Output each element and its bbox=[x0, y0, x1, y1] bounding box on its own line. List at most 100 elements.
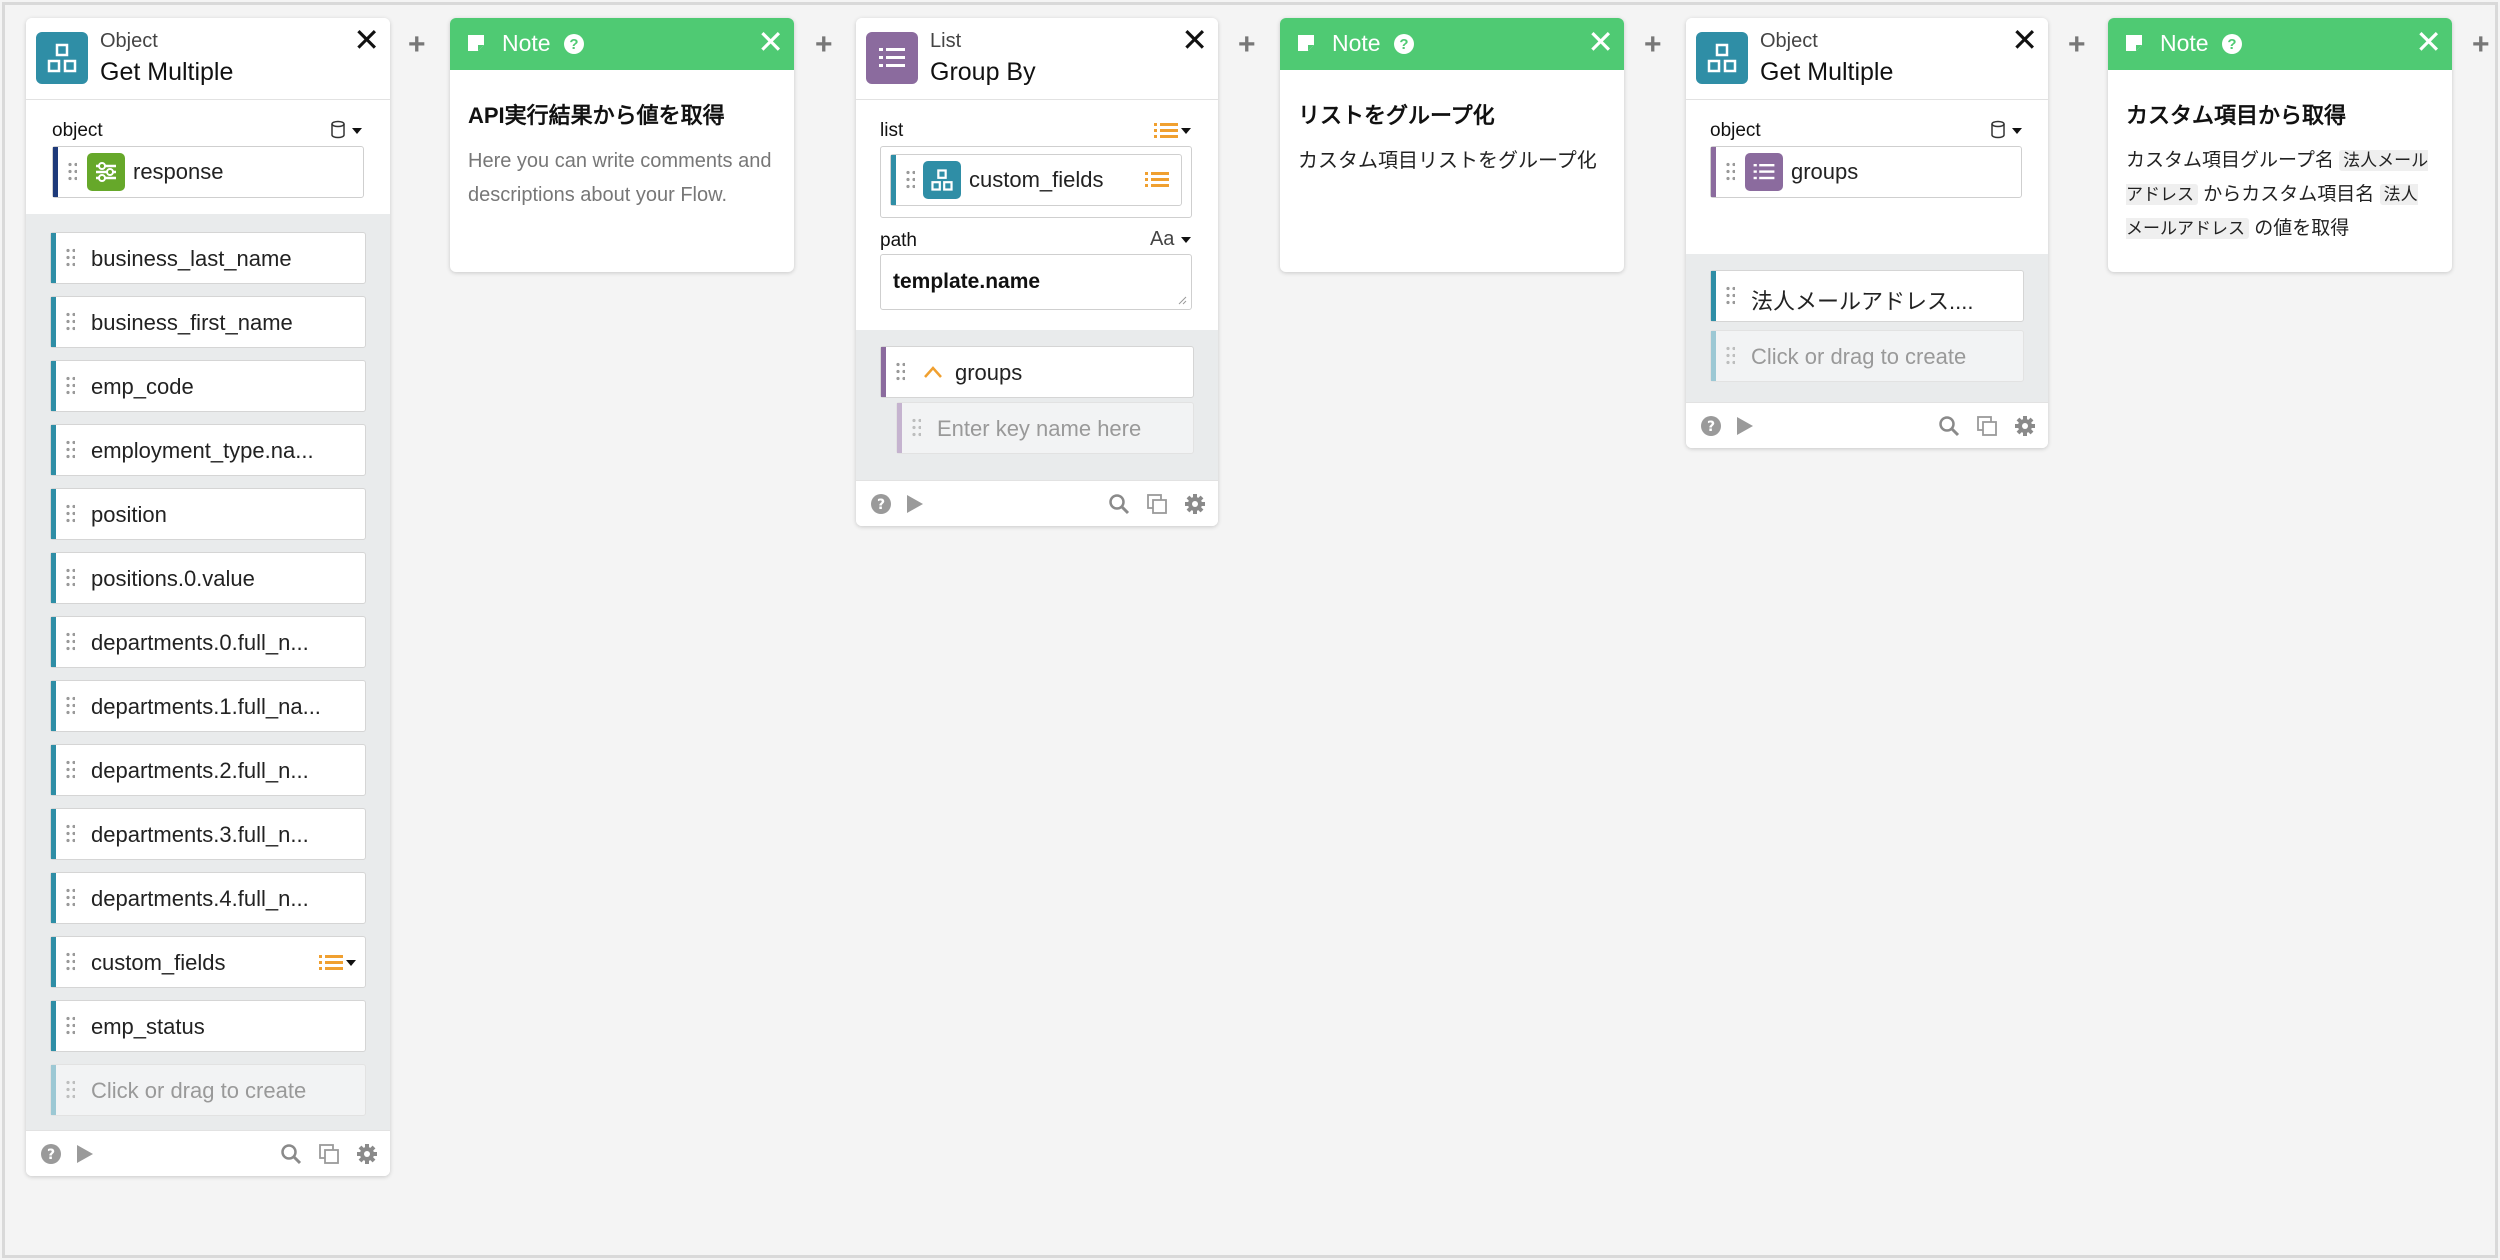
note-card-3[interactable]: Note ? ✕ カスタム項目から取得 カスタム項目グループ名 法人メールアドレ… bbox=[2108, 18, 2452, 272]
key-row[interactable]: departments.1.full_na... bbox=[50, 680, 366, 732]
drag-handle-icon[interactable] bbox=[65, 439, 75, 461]
output-key-name: groups bbox=[955, 360, 1023, 385]
drag-handle-icon[interactable] bbox=[65, 951, 75, 973]
add-step-button[interactable]: + bbox=[2068, 30, 2086, 60]
key-row[interactable]: position bbox=[50, 488, 366, 540]
database-dropdown-icon[interactable] bbox=[1990, 120, 2024, 145]
key-row[interactable]: departments.3.full_n... bbox=[50, 808, 366, 860]
drag-handle-icon[interactable] bbox=[65, 887, 75, 909]
drag-handle-icon[interactable] bbox=[1725, 161, 1735, 183]
key-row[interactable]: emp_code bbox=[50, 360, 366, 412]
help-icon[interactable]: ? bbox=[1700, 415, 1722, 437]
list-type-dropdown-icon[interactable] bbox=[1154, 122, 1192, 145]
list-type-dropdown-icon[interactable] bbox=[319, 954, 357, 977]
gear-icon[interactable] bbox=[356, 1143, 378, 1165]
search-icon[interactable] bbox=[1108, 493, 1130, 515]
close-icon[interactable]: ✕ bbox=[757, 26, 784, 58]
key-row[interactable]: departments.0.full_n... bbox=[50, 616, 366, 668]
key-row[interactable]: custom_fields bbox=[50, 936, 366, 988]
object-get-multiple-card-1[interactable]: Object Get Multiple ✕ object response ? bbox=[26, 18, 390, 1176]
play-icon[interactable] bbox=[904, 493, 926, 515]
add-step-button[interactable]: + bbox=[815, 30, 833, 60]
create-key-row[interactable]: Click or drag to create bbox=[50, 1064, 366, 1116]
list-group-by-card[interactable]: List Group By ✕ list custom_fields path … bbox=[856, 18, 1218, 526]
list-input[interactable]: custom_fields bbox=[890, 154, 1182, 206]
drag-handle-icon[interactable] bbox=[895, 361, 905, 383]
search-icon[interactable] bbox=[280, 1143, 302, 1165]
key-row[interactable]: business_first_name bbox=[50, 296, 366, 348]
list-icon bbox=[866, 32, 918, 84]
drag-handle-icon[interactable] bbox=[65, 247, 75, 269]
drag-handle-icon[interactable] bbox=[65, 759, 75, 781]
object-input[interactable]: response bbox=[52, 146, 364, 198]
key-row[interactable]: departments.2.full_n... bbox=[50, 744, 366, 796]
drag-handle-icon[interactable] bbox=[65, 567, 75, 589]
drag-handle-icon[interactable] bbox=[1725, 285, 1735, 307]
drag-handle-icon[interactable] bbox=[905, 169, 915, 191]
drag-handle-icon[interactable] bbox=[911, 417, 921, 439]
key-name: departments.1.full_na... bbox=[91, 694, 321, 719]
gear-icon[interactable] bbox=[2014, 415, 2036, 437]
help-icon[interactable]: ? bbox=[2222, 34, 2242, 54]
output-key-row[interactable]: groups bbox=[880, 346, 1194, 398]
gear-icon[interactable] bbox=[1184, 493, 1206, 515]
search-icon[interactable] bbox=[1938, 415, 1960, 437]
drag-handle-icon[interactable] bbox=[1725, 345, 1735, 367]
drag-handle-icon[interactable] bbox=[65, 1015, 75, 1037]
row-bar bbox=[51, 361, 56, 411]
note-header: Note ? ✕ bbox=[2108, 18, 2452, 70]
new-key-row[interactable]: Enter key name here bbox=[896, 402, 1194, 454]
note-text[interactable]: カスタム項目グループ名 法人メールアドレス からカスタム項目名 法人メールアドレ… bbox=[2126, 144, 2434, 246]
object-input[interactable]: groups bbox=[1710, 146, 2022, 198]
path-value: template.name bbox=[893, 270, 1041, 293]
key-name: emp_code bbox=[91, 374, 194, 399]
note-icon bbox=[1298, 35, 1314, 51]
note-text[interactable]: カスタム項目リストをグループ化 bbox=[1298, 144, 1606, 178]
drag-handle-icon[interactable] bbox=[65, 631, 75, 653]
play-icon[interactable] bbox=[74, 1143, 96, 1165]
key-name-placeholder: Enter key name here bbox=[937, 416, 1142, 441]
help-icon[interactable]: ? bbox=[40, 1143, 62, 1165]
play-icon[interactable] bbox=[1734, 415, 1756, 437]
close-icon[interactable]: ✕ bbox=[353, 24, 380, 56]
add-step-button[interactable]: + bbox=[2472, 30, 2490, 60]
close-icon[interactable]: ✕ bbox=[2011, 24, 2038, 56]
copy-icon[interactable] bbox=[1976, 415, 1998, 437]
drag-handle-icon[interactable] bbox=[65, 311, 75, 333]
chevron-up-icon[interactable] bbox=[923, 365, 943, 379]
add-step-button[interactable]: + bbox=[1644, 30, 1662, 60]
note-card-2[interactable]: Note ? ✕ リストをグループ化 カスタム項目リストをグループ化 bbox=[1280, 18, 1624, 272]
database-dropdown-icon[interactable] bbox=[330, 120, 364, 145]
resize-handle-icon[interactable] bbox=[1177, 295, 1187, 305]
drag-handle-icon[interactable] bbox=[65, 375, 75, 397]
help-icon[interactable]: ? bbox=[1394, 34, 1414, 54]
note-card-1[interactable]: Note ? ✕ API実行結果から値を取得 Here you can writ… bbox=[450, 18, 794, 272]
drag-handle-icon[interactable] bbox=[65, 823, 75, 845]
path-type-dropdown[interactable]: Aa bbox=[1150, 228, 1192, 251]
path-input[interactable]: template.name bbox=[880, 254, 1192, 310]
help-icon[interactable]: ? bbox=[564, 34, 584, 54]
close-icon[interactable]: ✕ bbox=[2415, 26, 2442, 58]
key-row[interactable]: employment_type.na... bbox=[50, 424, 366, 476]
key-row[interactable]: positions.0.value bbox=[50, 552, 366, 604]
drag-handle-icon[interactable] bbox=[67, 161, 77, 183]
drag-handle-icon[interactable] bbox=[65, 695, 75, 717]
add-step-button[interactable]: + bbox=[408, 30, 426, 60]
drag-handle-icon[interactable] bbox=[65, 1079, 75, 1101]
key-row[interactable]: 法人メールアドレス.... bbox=[1710, 270, 2024, 322]
key-row[interactable]: business_last_name bbox=[50, 232, 366, 284]
key-row[interactable]: departments.4.full_n... bbox=[50, 872, 366, 924]
add-step-button[interactable]: + bbox=[1238, 30, 1256, 60]
close-icon[interactable]: ✕ bbox=[1587, 26, 1614, 58]
object-get-multiple-card-2[interactable]: Object Get Multiple ✕ object groups 法人メー… bbox=[1686, 18, 2048, 448]
key-row[interactable]: emp_status bbox=[50, 1000, 366, 1052]
help-icon[interactable]: ? bbox=[870, 493, 892, 515]
copy-icon[interactable] bbox=[318, 1143, 340, 1165]
close-icon[interactable]: ✕ bbox=[1181, 24, 1208, 56]
note-text[interactable]: Here you can write comments and descript… bbox=[468, 144, 776, 212]
copy-icon[interactable] bbox=[1146, 493, 1168, 515]
create-key-row[interactable]: Click or drag to create bbox=[1710, 330, 2024, 382]
note-title: カスタム項目から取得 bbox=[2126, 103, 2347, 128]
drag-handle-icon[interactable] bbox=[65, 503, 75, 525]
note-title: リストをグループ化 bbox=[1298, 103, 1495, 128]
